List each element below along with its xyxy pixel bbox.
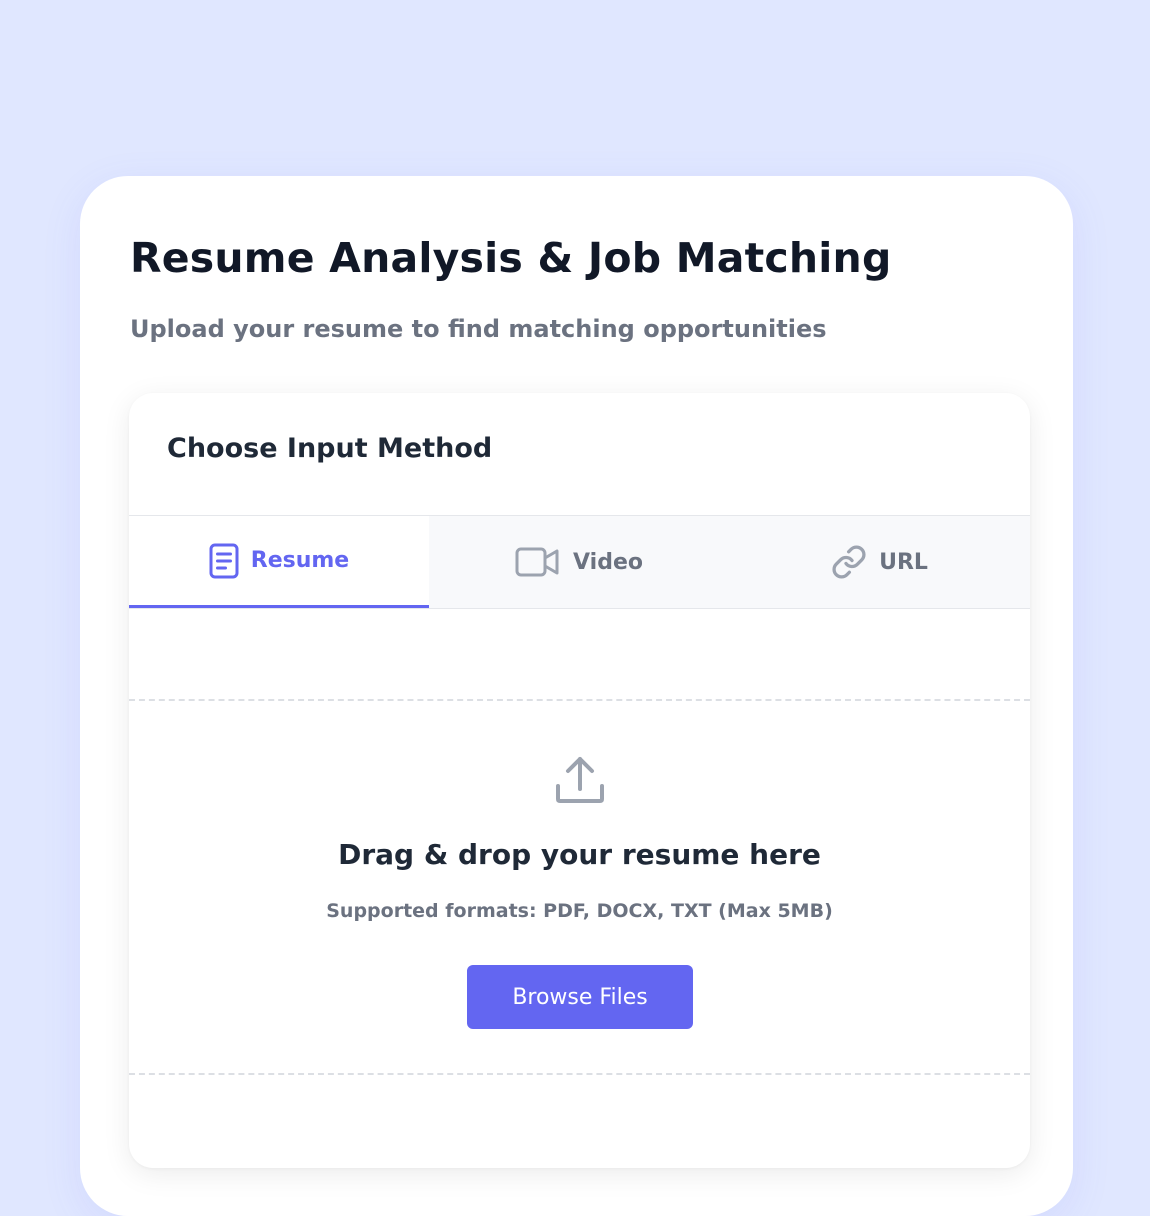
input-method-card: Choose Input Method Resume Video URL Dra… (129, 393, 1030, 1168)
tab-url[interactable]: URL (729, 516, 1030, 608)
tab-resume-label: Resume (250, 548, 350, 573)
upload-icon (553, 753, 607, 811)
tab-url-label: URL (879, 549, 928, 575)
main-card: Resume Analysis & Job Matching Upload yo… (80, 176, 1073, 1216)
tab-video-label: Video (573, 549, 643, 575)
document-icon (209, 543, 239, 579)
page-title: Resume Analysis & Job Matching (130, 234, 892, 282)
resume-dropzone[interactable]: Drag & drop your resume here Supported f… (129, 699, 1030, 1075)
video-camera-icon (515, 546, 561, 578)
link-icon (831, 544, 867, 580)
browse-files-button[interactable]: Browse Files (467, 965, 693, 1029)
supported-formats-text: Supported formats: PDF, DOCX, TXT (Max 5… (326, 900, 833, 922)
dropzone-title: Drag & drop your resume here (338, 838, 821, 871)
tab-resume[interactable]: Resume (129, 516, 429, 608)
input-method-heading: Choose Input Method (167, 433, 493, 464)
input-method-tabs: Resume Video URL (129, 515, 1030, 609)
page-subtitle: Upload your resume to find matching oppo… (130, 315, 827, 343)
tab-video[interactable]: Video (429, 516, 729, 608)
